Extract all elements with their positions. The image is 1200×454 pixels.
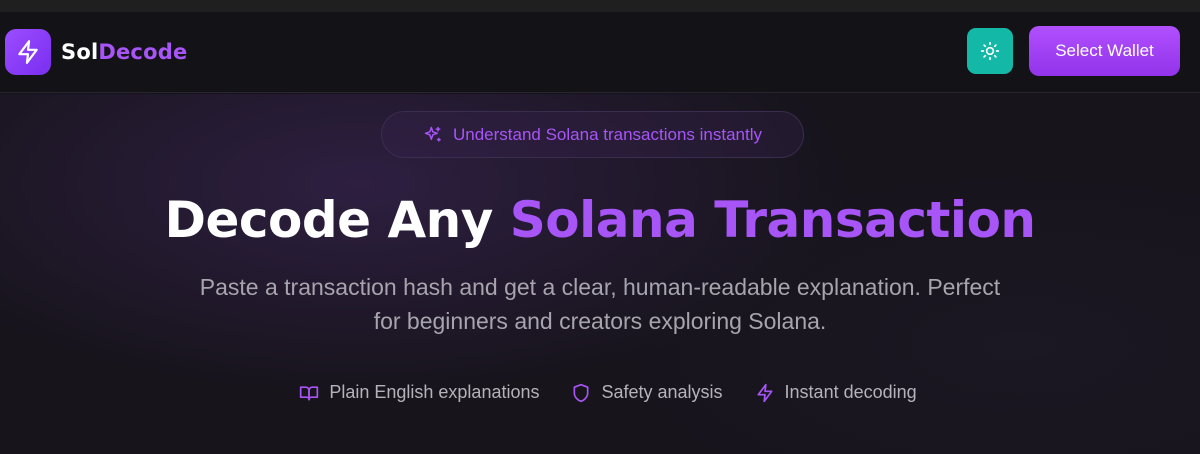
hero-subtitle-line2: for beginners and creators exploring Sol… — [373, 308, 827, 334]
hero-subtitle: Paste a transaction hash and get a clear… — [100, 270, 1100, 338]
sun-icon — [980, 41, 1000, 61]
shield-icon — [573, 383, 589, 402]
feature-item-plain-english: Plain English explanations — [299, 382, 539, 403]
page-title-part1: Decode Any — [164, 191, 493, 249]
book-open-icon — [300, 385, 319, 400]
feature-item-instant: Instant decoding — [755, 382, 917, 403]
feature-label: Instant decoding — [784, 382, 917, 402]
feature-label: Plain English explanations — [329, 382, 540, 402]
lightning-bolt-icon — [18, 40, 38, 64]
hero-subtitle-line1: Paste a transaction hash and get a clear… — [199, 274, 1001, 300]
page-title-part2: Solana Transaction — [509, 191, 1036, 249]
feature-list: Plain English explanations Safety analys… — [0, 382, 1200, 403]
browser-top-strip — [0, 0, 1200, 12]
hero-badge: Understand Solana transactions instantly — [381, 111, 804, 158]
lightning-bolt-icon — [757, 383, 773, 402]
hero-section: Understand Solana transactions instantly… — [0, 94, 1200, 454]
theme-toggle-button[interactable] — [967, 28, 1013, 74]
logo[interactable] — [5, 29, 51, 75]
sparkles-icon — [424, 126, 441, 142]
brand-name[interactable]: SolDecode — [61, 39, 187, 65]
brand-name-part2: Decode — [98, 40, 188, 64]
feature-item-safety: Safety analysis — [571, 382, 723, 403]
feature-label: Safety analysis — [601, 382, 723, 402]
brand-name-part1: Sol — [61, 40, 99, 64]
page-title: Decode Any Solana Transaction — [0, 190, 1200, 250]
select-wallet-button[interactable]: Select Wallet — [1029, 26, 1180, 76]
navbar: SolDecode Select Wallet — [0, 12, 1200, 93]
hero-badge-text: Understand Solana transactions instantly — [452, 124, 762, 144]
